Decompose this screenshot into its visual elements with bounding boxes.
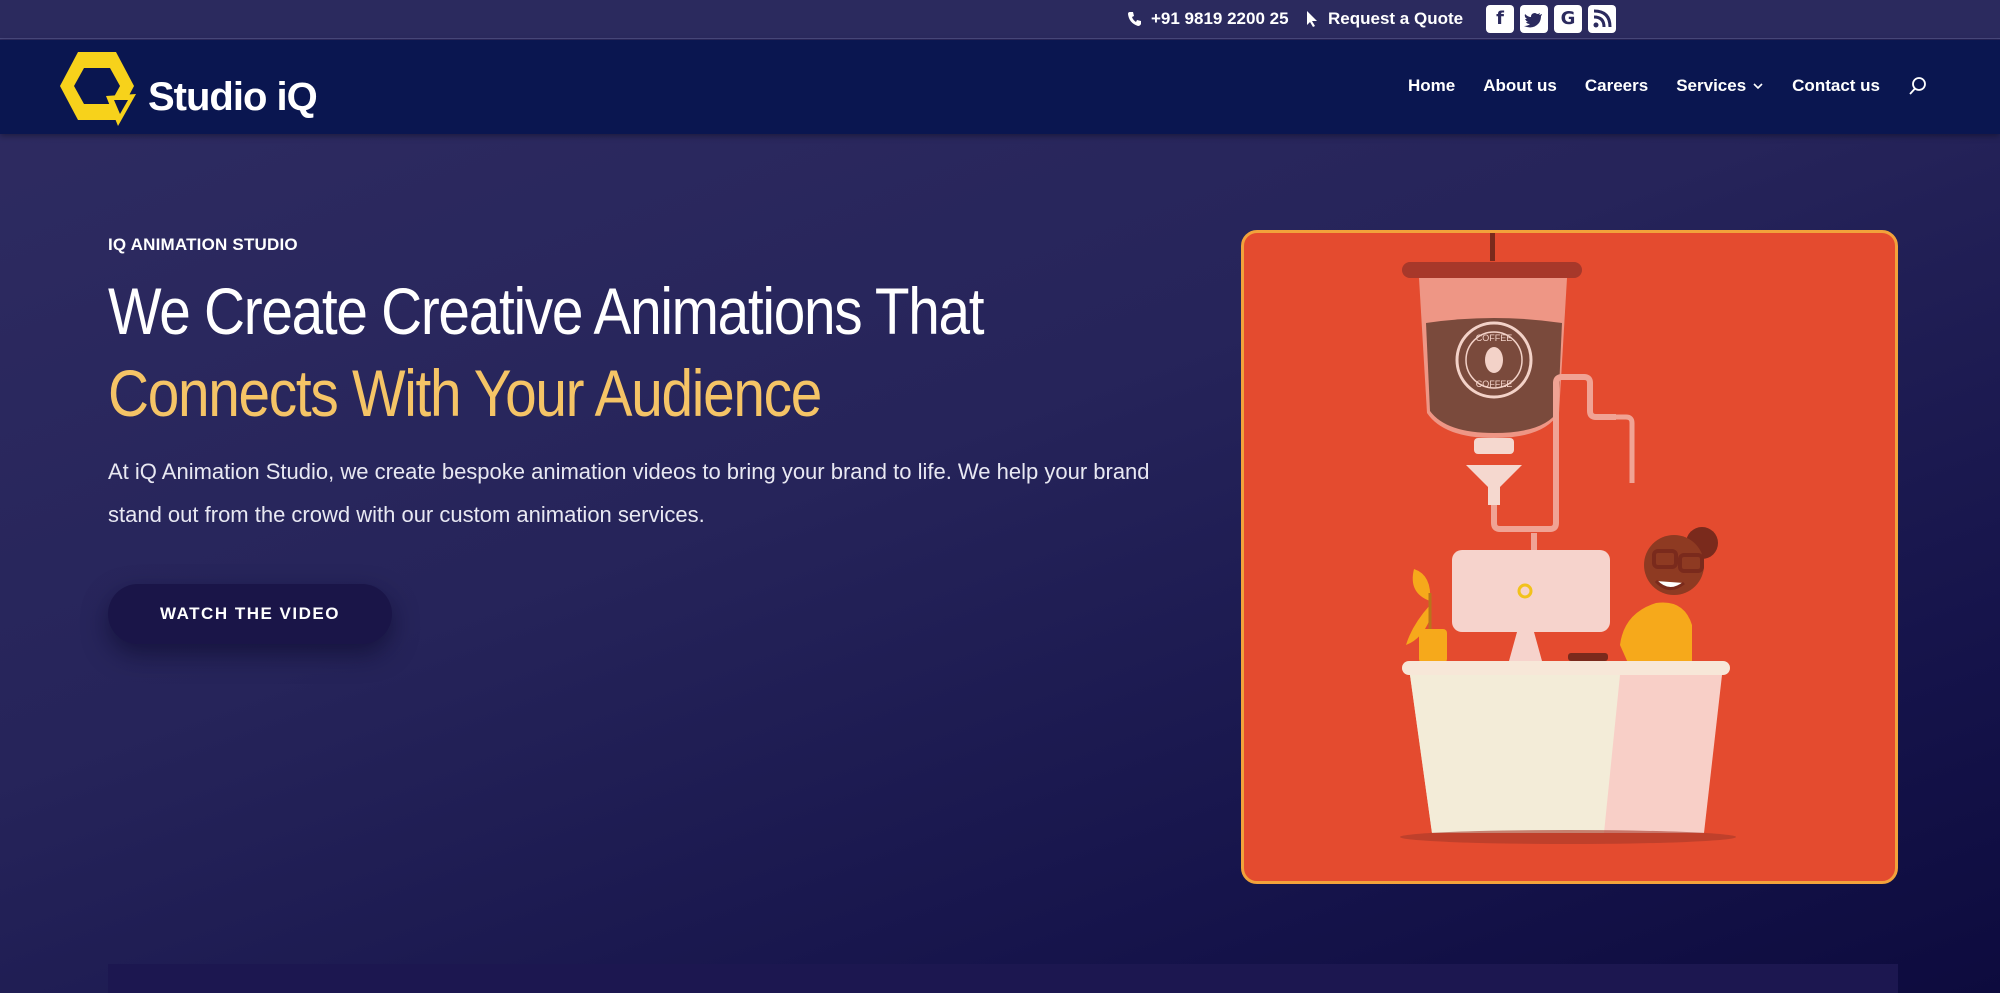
nav-careers[interactable]: Careers <box>1585 76 1648 96</box>
hero-description: At iQ Animation Studio, we create bespok… <box>108 459 1150 527</box>
twitter-icon[interactable] <box>1520 5 1548 33</box>
rss-icon[interactable] <box>1588 5 1616 33</box>
nav-services-label: Services <box>1676 76 1747 95</box>
phone-link[interactable]: +91 9819 2200 25 <box>1127 9 1289 29</box>
top-bar: +91 9819 2200 25 Request a Quote f G <box>0 0 2000 39</box>
nav-about[interactable]: About us <box>1483 76 1557 96</box>
cursor-icon <box>1307 11 1317 27</box>
brand-name: Studio iQ <box>148 74 318 119</box>
coffee-desk-illustration: COFFEE COFFEE <box>1400 233 1736 844</box>
hero-eyebrow: IQ ANIMATION STUDIO <box>108 235 298 254</box>
request-quote-link[interactable]: Request a Quote <box>1306 9 1463 29</box>
headline-gold-part: Connects With Your Audience <box>108 356 822 430</box>
nav-services[interactable]: Services <box>1676 76 1764 96</box>
next-section-strip <box>108 964 1898 993</box>
phone-number: +91 9819 2200 25 <box>1151 9 1289 28</box>
request-quote-label: Request a Quote <box>1328 9 1464 28</box>
google-plus-icon[interactable]: G <box>1554 5 1582 33</box>
jar-label-top: COFFEE <box>1476 333 1513 343</box>
brand-logo[interactable]: Studio iQ <box>58 48 318 128</box>
chevron-down-icon <box>1753 83 1763 90</box>
site-header: Studio iQ Home About us Careers Services… <box>0 40 2000 134</box>
search-icon[interactable] <box>1908 76 1928 96</box>
logo-hexagon-icon <box>60 52 136 126</box>
watch-video-button[interactable]: WATCH THE VIDEO <box>108 584 392 644</box>
headline-white-part: We Create Creative Animations That <box>108 274 985 348</box>
jar-label-bottom: COFFEE <box>1476 379 1513 389</box>
hero-headline: We Create Creative Animations That Conne… <box>108 270 1002 434</box>
social-links: f G <box>1486 5 1616 33</box>
phone-icon <box>1128 12 1141 26</box>
nav-home[interactable]: Home <box>1408 76 1455 96</box>
main-nav: Home About us Careers Services Contact u… <box>1408 76 1928 96</box>
nav-contact[interactable]: Contact us <box>1792 76 1880 96</box>
facebook-icon[interactable]: f <box>1486 5 1514 33</box>
hero-illustration: COFFEE COFFEE <box>1241 230 1898 884</box>
